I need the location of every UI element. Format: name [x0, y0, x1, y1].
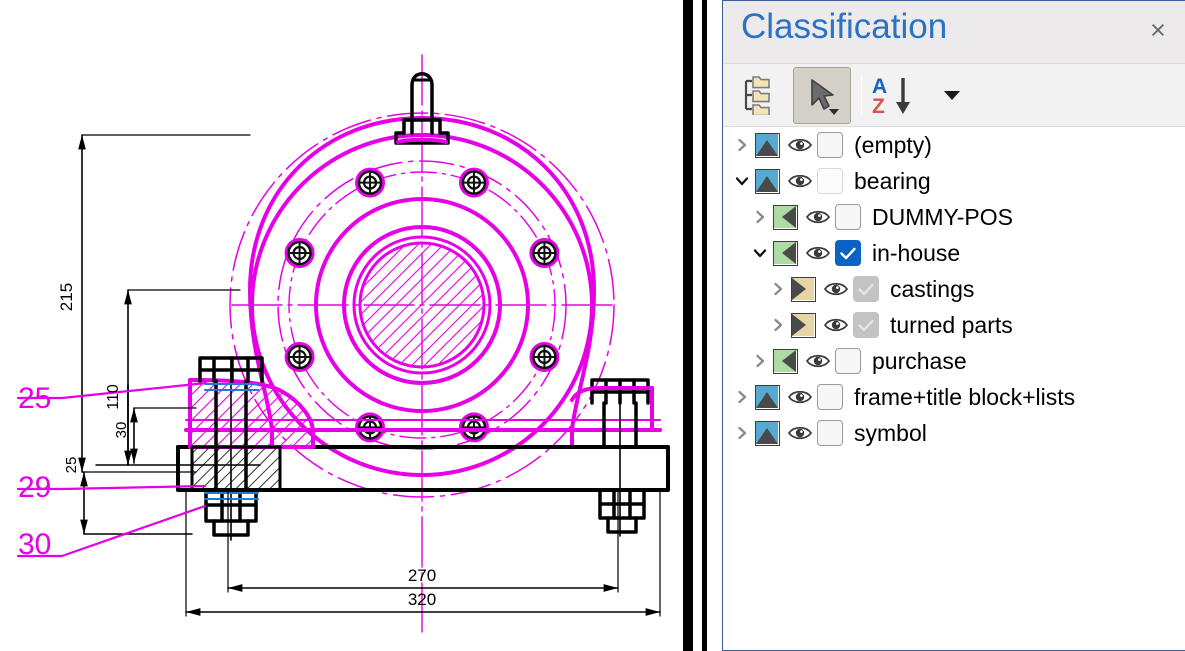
- visibility-eye-icon[interactable]: [786, 389, 814, 405]
- close-icon[interactable]: ×: [1141, 13, 1175, 47]
- green-left-icon: [773, 205, 798, 230]
- visibility-eye-icon[interactable]: [822, 281, 850, 297]
- checkbox-empty[interactable]: [835, 348, 861, 374]
- tree-item-label: DUMMY-POS: [872, 204, 1013, 231]
- checkbox-empty[interactable]: [835, 204, 861, 230]
- tree-item-in-house[interactable]: in-house: [723, 235, 1185, 271]
- tree-item-label: bearing: [854, 168, 931, 195]
- visibility-eye-icon[interactable]: [804, 353, 832, 369]
- checkbox-checked[interactable]: [835, 240, 861, 266]
- tan-right-icon: [791, 313, 816, 338]
- balloon-25[interactable]: 25: [18, 382, 51, 415]
- dimension-25: 25: [63, 457, 80, 474]
- chevron-right-icon[interactable]: [729, 425, 755, 441]
- checkbox-empty-faint[interactable]: [817, 168, 843, 194]
- checkbox-empty[interactable]: [817, 420, 843, 446]
- toolbar-divider: [861, 76, 862, 114]
- cursor-arrow-icon[interactable]: [793, 67, 851, 124]
- checkbox-dim[interactable]: [853, 276, 879, 302]
- tree-item-turned-parts[interactable]: turned parts: [723, 307, 1185, 343]
- tree-item-label: purchase: [872, 348, 967, 375]
- dimension-320: 320: [408, 590, 436, 609]
- visibility-eye-icon[interactable]: [822, 317, 850, 333]
- tree-item-label: symbol: [854, 420, 927, 447]
- visibility-eye-icon[interactable]: [786, 173, 814, 189]
- tree-item-label: castings: [890, 276, 974, 303]
- visibility-eye-icon[interactable]: [786, 425, 814, 441]
- green-left-icon: [773, 349, 798, 374]
- chevron-down-icon[interactable]: [729, 173, 755, 189]
- checkbox-empty[interactable]: [817, 384, 843, 410]
- visibility-eye-icon[interactable]: [786, 137, 814, 153]
- tree-item-label: turned parts: [890, 312, 1013, 339]
- classification-tree[interactable]: (empty) bearing DUMMY-POS in-house castings t…: [723, 127, 1185, 650]
- panel-title-bar: Classification ×: [723, 1, 1185, 64]
- tree-item-symbol[interactable]: symbol: [723, 415, 1185, 451]
- checkbox-empty[interactable]: [817, 132, 843, 158]
- drawing-geometry: 215 110 30 25 270 320 25 29 30: [0, 0, 683, 651]
- blue-mountain-icon: [755, 169, 780, 194]
- window-separator-right: [702, 0, 707, 651]
- blue-mountain-icon: [755, 385, 780, 410]
- blue-mountain-icon: [755, 421, 780, 446]
- window-separator-left: [683, 0, 693, 651]
- tree-item-frame-title-block-lists[interactable]: frame+title block+lists: [723, 379, 1185, 415]
- tree-item-purchase[interactable]: purchase: [723, 343, 1185, 379]
- classification-panel: Classification ×: [722, 0, 1185, 651]
- dimension-215: 215: [57, 283, 76, 311]
- page-title: Classification: [741, 7, 947, 47]
- green-left-icon: [773, 241, 798, 266]
- dimension-30: 30: [113, 422, 130, 439]
- tree-item-castings[interactable]: castings: [723, 271, 1185, 307]
- sort-az-descending-icon[interactable]: A Z: [867, 64, 927, 126]
- chevron-right-icon[interactable]: [747, 209, 773, 225]
- blue-mountain-icon: [755, 133, 780, 158]
- chevron-right-icon[interactable]: [765, 317, 791, 333]
- dimension-110: 110: [105, 384, 122, 410]
- visibility-eye-icon[interactable]: [804, 245, 832, 261]
- tan-right-icon: [791, 277, 816, 302]
- tree-folders-icon[interactable]: [731, 64, 787, 126]
- tree-item-empty[interactable]: (empty): [723, 127, 1185, 163]
- chevron-down-icon[interactable]: [935, 64, 969, 126]
- balloon-30[interactable]: 30: [18, 528, 51, 561]
- tree-item-dummy-pos[interactable]: DUMMY-POS: [723, 199, 1185, 235]
- checkbox-dim[interactable]: [853, 312, 879, 338]
- tree-item-bearing[interactable]: bearing: [723, 163, 1185, 199]
- chevron-right-icon[interactable]: [765, 281, 791, 297]
- visibility-eye-icon[interactable]: [804, 209, 832, 225]
- tree-item-label: (empty): [854, 132, 932, 159]
- panel-toolbar: A Z: [723, 64, 1185, 127]
- tree-item-label: frame+title block+lists: [854, 384, 1075, 411]
- cad-drawing-canvas[interactable]: 215 110 30 25 270 320 25 29 30: [0, 0, 683, 651]
- application-window: 215 110 30 25 270 320 25 29 30 Classific…: [0, 0, 1185, 651]
- tree-item-label: in-house: [872, 240, 960, 267]
- chevron-right-icon[interactable]: [729, 137, 755, 153]
- svg-text:Z: Z: [872, 95, 885, 118]
- chevron-right-icon[interactable]: [747, 353, 773, 369]
- chevron-right-icon[interactable]: [729, 389, 755, 405]
- chevron-down-icon[interactable]: [747, 245, 773, 261]
- dimension-270: 270: [408, 566, 436, 585]
- balloon-29[interactable]: 29: [18, 471, 51, 504]
